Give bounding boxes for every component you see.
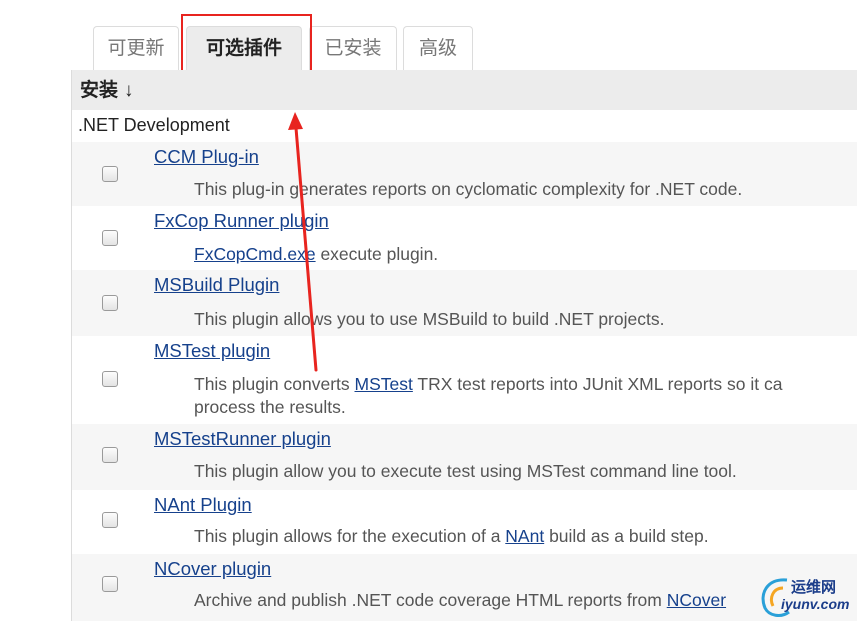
plugin-desc-fxcop: FxCopCmd.exe execute plugin.	[194, 244, 439, 264]
plugin-row-mstest: MSTest plugin This plugin converts MSTes…	[72, 336, 857, 424]
plugin-link-fxcop[interactable]: FxCop Runner plugin	[154, 210, 329, 232]
plugin-row-fxcop: FxCop Runner plugin FxCopCmd.exe execute…	[72, 206, 857, 270]
tab-advanced[interactable]: 高级	[403, 26, 473, 70]
plugin-link-ncover[interactable]: NCover plugin	[154, 558, 271, 580]
plugin-link-mstestrunner[interactable]: MSTestRunner plugin	[154, 428, 331, 450]
plugin-table: 安装 ↓ .NET Development CCM Plug-in This pl…	[71, 70, 857, 621]
tab-updates[interactable]: 可更新	[93, 26, 179, 70]
watermark-text-url: iyunv.com	[781, 596, 850, 612]
plugin-checkbox-ncover[interactable]	[102, 576, 118, 592]
plugin-checkbox-mstestrunner[interactable]	[102, 447, 118, 463]
plugin-checkbox-fxcop[interactable]	[102, 230, 118, 246]
plugin-checkbox-msbuild[interactable]	[102, 295, 118, 311]
plugin-checkbox-ccm[interactable]	[102, 166, 118, 182]
desc-link-nant[interactable]: NAnt	[505, 526, 544, 546]
plugin-desc-ncover: Archive and publish .NET code coverage H…	[194, 590, 727, 610]
category-heading: .NET Development	[78, 115, 230, 135]
plugin-link-mstest[interactable]: MSTest plugin	[154, 340, 270, 362]
watermark-logo: 运维网 iyunv.com	[757, 572, 857, 621]
plugin-desc-msbuild: This plugin allows you to use MSBuild to…	[194, 309, 665, 329]
plugin-row-msbuild: MSBuild Plugin This plugin allows you to…	[72, 270, 857, 336]
desc-link-ncover[interactable]: NCover	[667, 590, 726, 610]
plugin-link-ccm[interactable]: CCM Plug-in	[154, 146, 259, 168]
install-column-header[interactable]: 安装 ↓	[80, 70, 134, 112]
install-header-label: 安装	[80, 80, 119, 101]
desc-link-mstest[interactable]: MSTest	[355, 374, 413, 394]
plugin-row-mstestrunner: MSTestRunner plugin This plugin allow yo…	[72, 424, 857, 490]
plugin-desc-mstest: This plugin converts MSTest TRX test rep…	[194, 374, 783, 394]
plugin-row-ncover: NCover plugin Archive and publish .NET c…	[72, 554, 857, 621]
plugin-checkbox-nant[interactable]	[102, 512, 118, 528]
sort-arrow-icon: ↓	[124, 80, 134, 101]
plugin-link-msbuild[interactable]: MSBuild Plugin	[154, 274, 279, 296]
plugin-checkbox-mstest[interactable]	[102, 371, 118, 387]
plugin-row-nant: NAnt Plugin This plugin allows for the e…	[72, 490, 857, 554]
plugin-row-ccm: CCM Plug-in This plug-in generates repor…	[72, 142, 857, 206]
plugin-desc-ccm: This plug-in generates reports on cyclom…	[194, 179, 743, 199]
plugin-link-nant[interactable]: NAnt Plugin	[154, 494, 252, 516]
plugin-desc-mstest-line2: process the results.	[194, 397, 346, 417]
tab-installed[interactable]: 已安装	[309, 26, 397, 70]
plugin-desc-nant: This plugin allows for the execution of …	[194, 526, 709, 546]
watermark-text-cn: 运维网	[791, 579, 837, 596]
plugin-desc-mstestrunner: This plugin allow you to execute test us…	[194, 461, 737, 481]
table-header: 安装 ↓	[72, 70, 857, 110]
desc-link-fxcopcmd[interactable]: FxCopCmd.exe	[194, 244, 316, 264]
